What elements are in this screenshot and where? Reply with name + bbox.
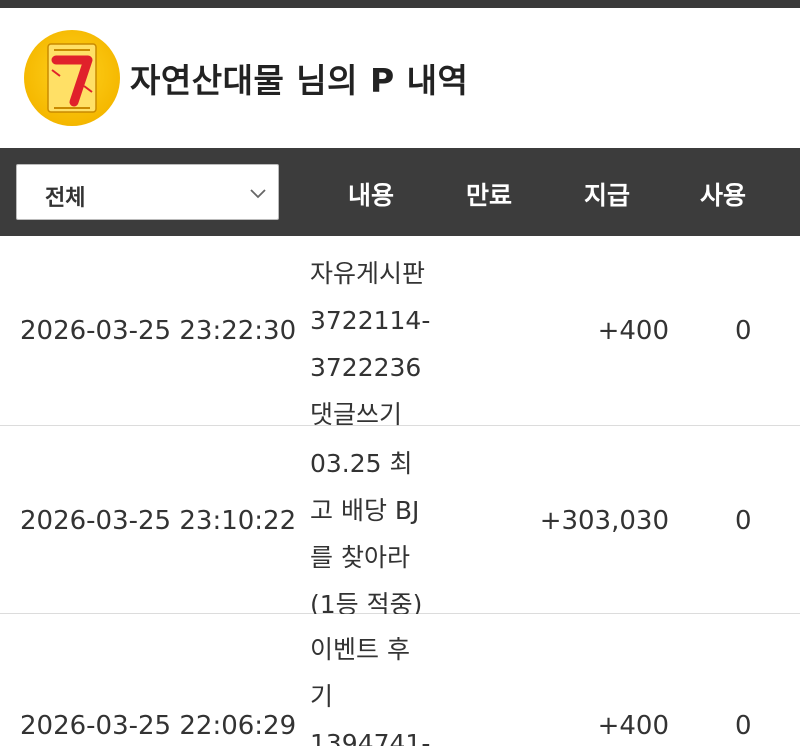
avatar[interactable] — [24, 30, 120, 126]
column-header-content: 내용 — [348, 181, 395, 210]
row-description: 03.25 최 고 배당 BJ 를 찾아라 (1등 적중) — [310, 440, 460, 628]
table-row: 2026-03-25 23:10:22 03.25 최 고 배당 BJ 를 찾아… — [0, 426, 800, 619]
row-description-line: 고 배당 BJ — [310, 496, 420, 525]
table-header: 전체 내용 만료 지급 사용 — [0, 148, 800, 236]
row-use-amount: 0 — [735, 506, 752, 536]
top-bar — [0, 0, 800, 8]
row-date: 2026-03-25 22:06:29 — [20, 711, 297, 741]
row-date: 2026-03-25 23:22:30 — [20, 316, 297, 346]
row-date: 2026-03-25 23:10:22 — [20, 506, 297, 536]
page-title: 자연산대물 님의 P 내역 — [130, 61, 469, 100]
row-description-line: 1394741- — [310, 729, 431, 746]
row-pay-amount: +400 — [597, 711, 669, 741]
row-description-line: 03.25 최 — [310, 449, 413, 478]
column-header-pay: 지급 — [584, 181, 631, 210]
row-pay-amount: +303,030 — [539, 506, 669, 536]
row-pay-amount: +400 — [597, 316, 669, 346]
lucky-seven-icon — [47, 43, 97, 113]
page-header: 자연산대물 님의 P 내역 — [0, 8, 800, 148]
filter-select[interactable]: 전체 — [16, 164, 279, 220]
row-use-amount: 0 — [735, 316, 752, 346]
row-description-line: 3722114- — [310, 306, 431, 335]
row-description: 자유게시판 3722114- 3722236 댓글쓰기 — [310, 250, 460, 438]
row-description-line: 3722236 — [310, 353, 422, 382]
row-description-line: 를 찾아라 — [310, 543, 410, 572]
row-use-amount: 0 — [735, 711, 752, 741]
row-description-line: 이벤트 후 — [310, 635, 410, 664]
row-description: 이벤트 후 기 1394741- — [310, 626, 460, 746]
table-row: 2026-03-25 23:22:30 자유게시판 3722114- 37222… — [0, 236, 800, 429]
column-header-expire: 만료 — [466, 181, 513, 210]
row-description-line: 기 — [310, 682, 334, 711]
row-description-line: 자유게시판 — [310, 259, 426, 288]
chevron-down-icon — [250, 189, 266, 199]
column-header-use: 사용 — [700, 181, 747, 210]
table-row: 2026-03-25 22:06:29 이벤트 후 기 1394741- +40… — [0, 614, 800, 746]
filter-selected-value: 전체 — [45, 186, 86, 211]
